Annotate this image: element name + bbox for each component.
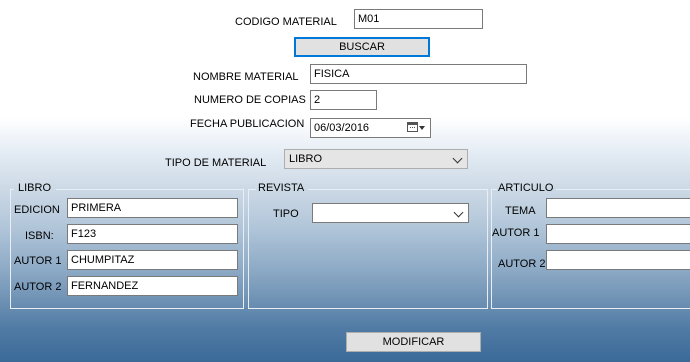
- tema-input[interactable]: [546, 198, 690, 218]
- articulo-autor1-input[interactable]: [546, 224, 690, 244]
- revista-group-title: REVISTA: [258, 182, 305, 194]
- isbn-label: ISBN:: [25, 230, 54, 242]
- tipo-material-value: LIBRO: [289, 153, 323, 165]
- libro-group-border-left: [10, 189, 14, 190]
- buscar-button[interactable]: BUSCAR: [294, 37, 430, 57]
- libro-group-title: LIBRO: [18, 182, 52, 194]
- modificar-button[interactable]: MODIFICAR: [346, 332, 481, 352]
- fecha-publicacion-label: FECHA PUBLICACION: [190, 118, 305, 130]
- libro-autor1-input[interactable]: CHUMPITAZ: [67, 250, 238, 270]
- codigo-material-input[interactable]: M01: [354, 9, 483, 29]
- isbn-input[interactable]: F123: [67, 224, 238, 244]
- revista-group-border-left: [248, 189, 256, 190]
- edicion-input[interactable]: PRIMERA: [67, 198, 238, 218]
- dropdown-arrow-icon: [419, 126, 425, 130]
- nombre-material-input[interactable]: FISICA: [310, 64, 527, 84]
- libro-autor1-label: AUTOR 1: [14, 255, 62, 267]
- articulo-group-border-left: [491, 189, 497, 190]
- numero-copias-label: NUMERO DE COPIAS: [194, 94, 306, 106]
- articulo-group-title: ARTICULO: [498, 182, 554, 194]
- codigo-material-label: CODIGO MATERIAL: [235, 16, 337, 28]
- chevron-down-icon: [452, 153, 463, 164]
- articulo-autor2-input[interactable]: [546, 250, 690, 270]
- calendar-icon[interactable]: [407, 122, 425, 132]
- articulo-autor2-label: AUTOR 2: [498, 258, 546, 270]
- articulo-autor1-label: AUTOR 1: [492, 227, 540, 239]
- fecha-publicacion-picker[interactable]: 06/03/2016: [310, 118, 431, 138]
- fecha-publicacion-value: 06/03/2016: [314, 122, 370, 134]
- tipo-material-label: TIPO DE MATERIAL: [165, 157, 267, 169]
- tema-label: TEMA: [505, 205, 536, 217]
- tipo-material-select[interactable]: LIBRO: [284, 149, 468, 169]
- articulo-group-border-right: [556, 189, 690, 190]
- libro-autor2-label: AUTOR 2: [14, 281, 62, 293]
- nombre-material-label: NOMBRE MATERIAL: [193, 71, 299, 83]
- revista-tipo-select[interactable]: [312, 203, 469, 223]
- revista-group-border-right: [308, 189, 488, 190]
- revista-tipo-label: TIPO: [273, 208, 299, 220]
- edicion-label: EDICION: [14, 204, 60, 216]
- libro-group-border-right: [56, 189, 244, 190]
- libro-autor2-input[interactable]: FERNANDEZ: [67, 276, 238, 296]
- numero-copias-input[interactable]: 2: [310, 90, 377, 110]
- chevron-down-icon: [453, 207, 464, 218]
